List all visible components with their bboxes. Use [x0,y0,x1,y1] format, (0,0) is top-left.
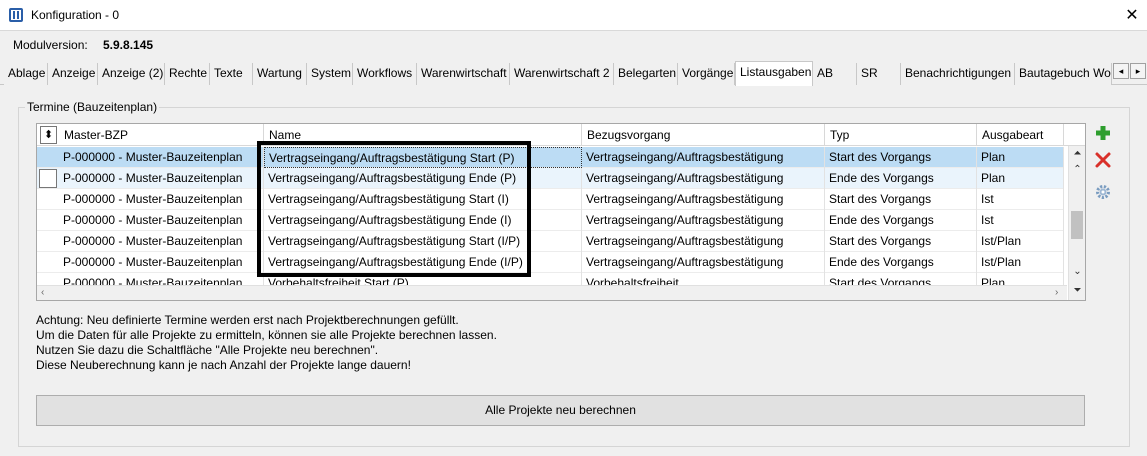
tab-listausgaben[interactable]: Listausgaben [735,61,813,86]
tab-scroll-right-button[interactable]: ▸ [1130,63,1146,79]
scroll-down-icon[interactable]: ⌄ [1069,266,1085,277]
cell-name[interactable]: Vertragseingang/Auftragsbestätigung Ende… [264,252,582,273]
tab-ab[interactable]: AB [813,63,857,85]
title-bar: Konfiguration - 0 ✕ [0,0,1147,31]
column-header-master-bzp[interactable]: Master-BZP [59,124,264,146]
tab-sr[interactable]: SR [857,63,901,85]
column-header-bezugsvorgang[interactable]: Bezugsvorgang [582,124,825,146]
cell-bezugsvorgang[interactable]: Vertragseingang/Auftragsbestätigung [582,210,825,231]
tab-ablage[interactable]: Ablage [4,63,48,85]
cell-typ[interactable]: Start des Vorgangs [825,189,977,210]
row-indicator[interactable] [39,169,57,188]
column-header-typ[interactable]: Typ [825,124,977,146]
cell-master-bzp[interactable]: P-000000 - Muster-Bauzeitenplan [59,189,264,210]
cell-name[interactable]: Vertragseingang/Auftragsbestätigung Star… [264,147,582,168]
cell-bezugsvorgang[interactable]: Vertragseingang/Auftragsbestätigung [582,189,825,210]
tab-anzeige[interactable]: Anzeige [48,63,98,85]
sort-toggle-icon[interactable]: ⬍ [40,126,57,144]
tab-bautagebuch[interactable]: Bautagebuch Wo [1015,63,1112,85]
cell-typ[interactable]: Ende des Vorgangs [825,252,977,273]
table-row[interactable]: P-000000 - Muster-Bauzeitenplan Vertrags… [37,168,1064,189]
cell-name[interactable]: Vertragseingang/Auftragsbestätigung Ende… [264,210,582,231]
note-line: Um die Daten für alle Projekte zu ermitt… [36,328,497,342]
tab-system[interactable]: System [307,63,353,85]
module-version-label: Modulversion: [13,38,88,52]
app-icon [9,8,23,22]
recalculate-all-projects-button[interactable]: Alle Projekte neu berechnen [36,395,1085,426]
table-row[interactable]: P-000000 - Muster-Bauzeitenplan Vertrags… [37,189,1064,210]
grid-vertical-scrollbar[interactable]: ⏶ ⌃ ⌄ ⏷ [1068,146,1085,300]
cell-ausgabeart[interactable]: Ist/Plan [977,252,1064,273]
groupbox-title: Termine (Bauzeitenplan) [25,100,160,114]
grid-header: ⬍ Master-BZP Name Bezugsvorgang Typ Ausg… [37,124,1085,146]
cell-master-bzp[interactable]: P-000000 - Muster-Bauzeitenplan [59,231,264,252]
info-notes: Achtung: Neu definierte Termine werden e… [36,313,497,373]
note-line: Nutzen Sie dazu die Schaltfläche "Alle P… [36,343,379,357]
tab-rechte[interactable]: Rechte [165,63,210,85]
scroll-right-icon[interactable]: › [1055,287,1058,298]
cell-master-bzp[interactable]: P-000000 - Muster-Bauzeitenplan [59,210,264,231]
tab-wartung[interactable]: Wartung [253,63,307,85]
cell-typ[interactable]: Ende des Vorgangs [825,210,977,231]
cell-master-bzp[interactable]: P-000000 - Muster-Bauzeitenplan [59,147,264,168]
scroll-to-bottom-icon[interactable]: ⏷ [1069,285,1085,296]
scroll-left-icon[interactable]: ‹ [41,287,44,298]
close-button[interactable]: ✕ [1117,0,1147,31]
cell-typ[interactable]: Start des Vorgangs [825,231,977,252]
tab-warenwirtschaft[interactable]: Warenwirtschaft [417,63,510,85]
tab-workflows[interactable]: Workflows [353,63,417,85]
delete-icon[interactable] [1094,151,1112,169]
module-version-value: 5.9.8.145 [103,38,154,52]
table-row[interactable]: P-000000 - Muster-Bauzeitenplan Vertrags… [37,147,1064,168]
tab-belegarten[interactable]: Belegarten [614,63,678,85]
tab-benachrichtigungen[interactable]: Benachrichtigungen [901,63,1015,85]
note-line: Achtung: Neu definierte Termine werden e… [36,313,459,327]
window-title: Konfiguration - 0 [31,8,120,22]
cell-typ[interactable]: Ende des Vorgangs [825,168,977,189]
cell-master-bzp[interactable]: P-000000 - Muster-Bauzeitenplan [59,252,264,273]
cell-ausgabeart[interactable]: Plan [977,168,1064,189]
cell-ausgabeart[interactable]: Ist/Plan [977,231,1064,252]
gear-icon[interactable] [1094,183,1112,201]
tab-anzeige-2[interactable]: Anzeige (2) [98,63,165,85]
table-row[interactable]: P-000000 - Muster-Bauzeitenplan Vertrags… [37,231,1064,252]
cell-ausgabeart[interactable]: Ist [977,189,1064,210]
tab-vorgaenge[interactable]: Vorgänge [678,63,735,85]
cell-name[interactable]: Vertragseingang/Auftragsbestätigung Star… [264,231,582,252]
cell-bezugsvorgang[interactable]: Vertragseingang/Auftragsbestätigung [582,147,825,168]
cell-bezugsvorgang[interactable]: Vertragseingang/Auftragsbestätigung [582,231,825,252]
termine-grid[interactable]: ⬍ Master-BZP Name Bezugsvorgang Typ Ausg… [36,123,1086,301]
note-line: Diese Neuberechnung kann je nach Anzahl … [36,358,411,372]
cell-name[interactable]: Vertragseingang/Auftragsbestätigung Star… [264,189,582,210]
table-row[interactable]: P-000000 - Muster-Bauzeitenplan Vertrags… [37,210,1064,231]
grid-horizontal-scrollbar[interactable]: ‹ › [37,285,1067,300]
cell-bezugsvorgang[interactable]: Vertragseingang/Auftragsbestätigung [582,252,825,273]
tab-bar: Ablage Anzeige Anzeige (2) Rechte Texte … [0,61,1147,86]
plus-icon[interactable] [1094,124,1112,142]
table-row[interactable]: P-000000 - Muster-Bauzeitenplan Vertrags… [37,252,1064,273]
cell-typ[interactable]: Start des Vorgangs [825,147,977,168]
cell-ausgabeart[interactable]: Plan [977,147,1064,168]
cell-master-bzp[interactable]: P-000000 - Muster-Bauzeitenplan [59,168,264,189]
column-header-name[interactable]: Name [264,124,582,146]
scroll-to-top-icon[interactable]: ⏶ [1069,148,1085,159]
tab-scroll-left-button[interactable]: ◂ [1113,63,1129,79]
cell-bezugsvorgang[interactable]: Vertragseingang/Auftragsbestätigung [582,168,825,189]
scroll-up-icon[interactable]: ⌃ [1069,164,1085,175]
cell-name[interactable]: Vertragseingang/Auftragsbestätigung Ende… [264,168,582,189]
tab-warenwirtschaft-2[interactable]: Warenwirtschaft 2 [510,63,614,85]
scrollbar-thumb[interactable] [1071,211,1083,239]
column-header-ausgabeart[interactable]: Ausgabeart [977,124,1064,146]
tab-texte[interactable]: Texte [210,63,253,85]
cell-ausgabeart[interactable]: Ist [977,210,1064,231]
